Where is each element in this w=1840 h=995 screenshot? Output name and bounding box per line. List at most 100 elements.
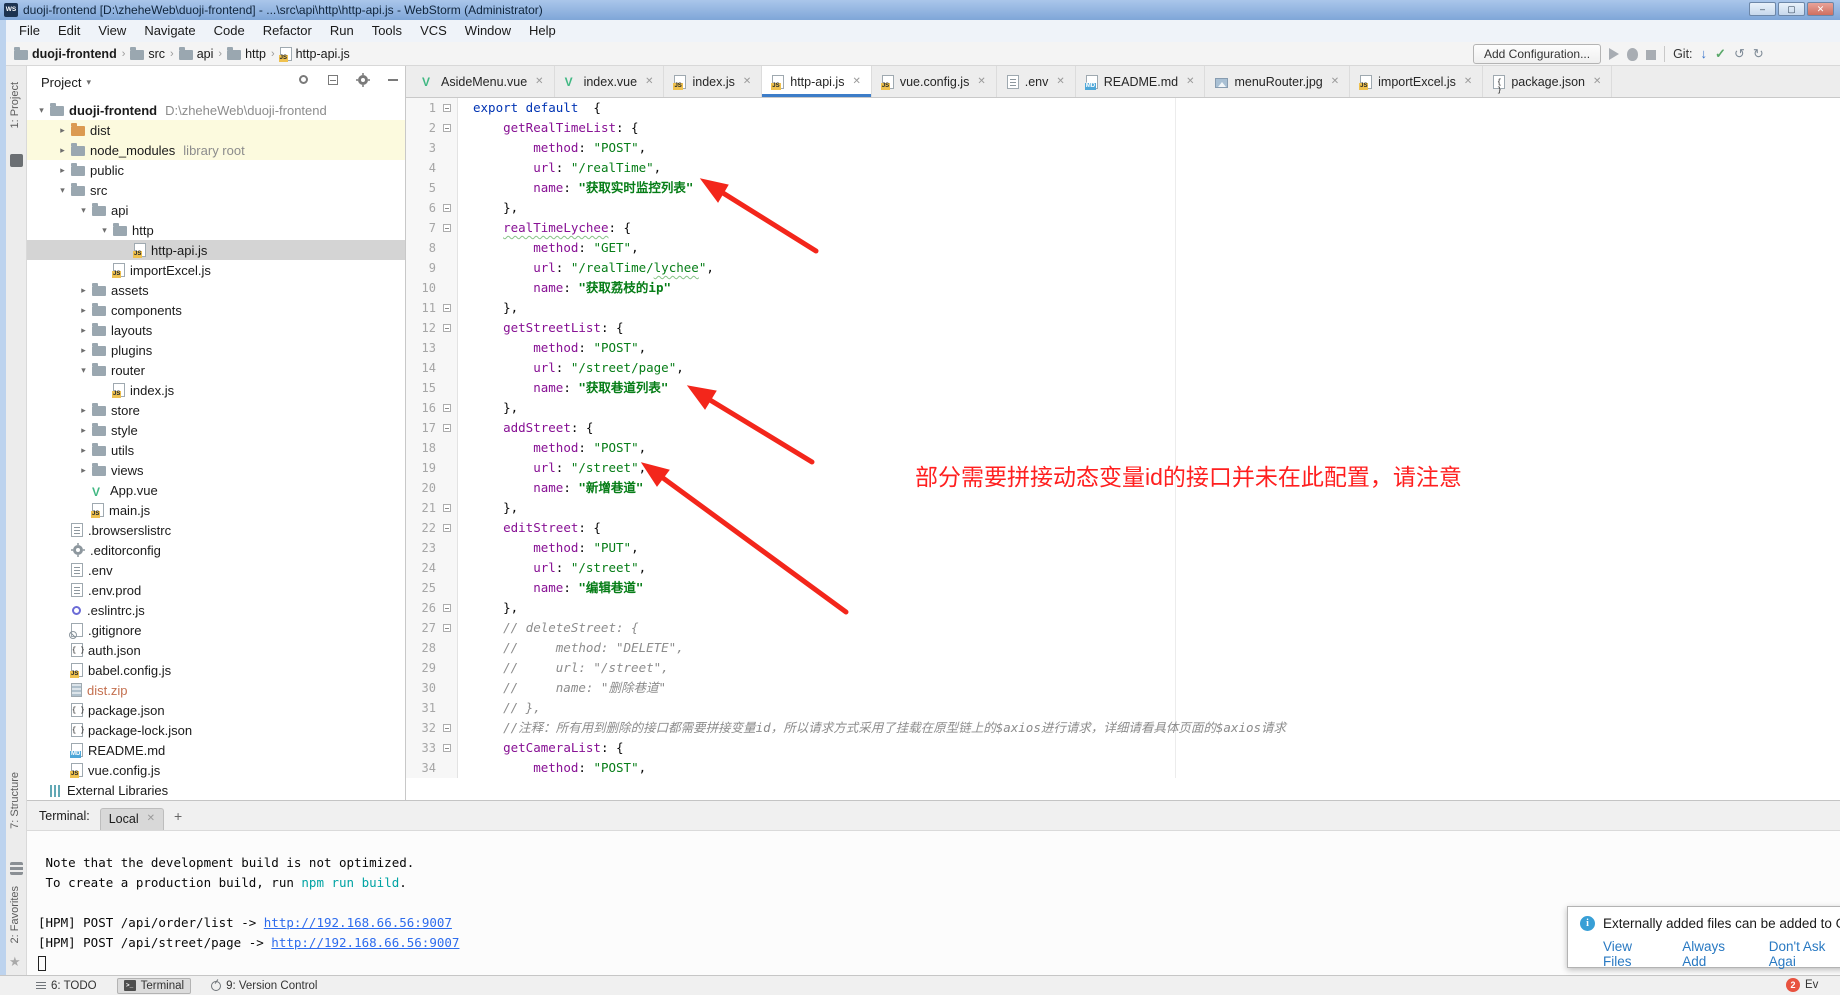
tree-item-style[interactable]: ▸style <box>27 420 405 440</box>
tree-item-auth.json[interactable]: auth.json <box>27 640 405 660</box>
locate-file-icon[interactable] <box>299 75 308 84</box>
menu-code[interactable]: Code <box>205 20 254 42</box>
tree-item-babel.config.js[interactable]: babel.config.js <box>27 660 405 680</box>
breadcrumb-src[interactable]: src <box>130 47 165 61</box>
tree-item-node_modules[interactable]: ▸node_moduleslibrary root <box>27 140 405 160</box>
code-line-12[interactable]: 12 getStreetList: { <box>406 318 1840 338</box>
fold-icon[interactable] <box>443 304 451 312</box>
fold-icon[interactable] <box>443 624 451 632</box>
code-line-21[interactable]: 21 }, <box>406 498 1840 518</box>
code-line-17[interactable]: 17 addStreet: { <box>406 418 1840 438</box>
code-line-8[interactable]: 8 method: "GET", <box>406 238 1840 258</box>
git-commit-icon[interactable]: ✓ <box>1715 47 1726 61</box>
code-line-4[interactable]: 4 url: "/realTime", <box>406 158 1840 178</box>
chevron-down-icon[interactable]: ▾ <box>54 185 71 196</box>
tab-menuRouter.jpg[interactable]: menuRouter.jpg✕ <box>1205 66 1350 97</box>
tree-item-plugins[interactable]: ▸plugins <box>27 340 405 360</box>
menu-window[interactable]: Window <box>456 20 520 42</box>
chevron-right-icon[interactable]: ▸ <box>75 425 92 436</box>
hide-panel-icon[interactable] <box>388 79 398 81</box>
tab-http-api.js[interactable]: http-api.js✕ <box>762 66 872 97</box>
menu-edit[interactable]: Edit <box>49 20 89 42</box>
project-tool-icon[interactable] <box>10 154 23 167</box>
close-icon[interactable]: ✕ <box>645 76 653 87</box>
stop-icon[interactable] <box>1646 50 1656 60</box>
tree-item-importExcel.js[interactable]: importExcel.js <box>27 260 405 280</box>
chevron-right-icon[interactable]: ▸ <box>75 325 92 336</box>
fold-icon[interactable] <box>443 744 451 752</box>
fold-icon[interactable] <box>443 104 451 112</box>
tree-item-.editorconfig[interactable]: .editorconfig <box>27 540 405 560</box>
tree-item-views[interactable]: ▸views <box>27 460 405 480</box>
structure-tool-icon[interactable] <box>10 862 23 875</box>
terminal-link[interactable]: http://192.168.66.56:9007 <box>271 935 459 950</box>
code-line-29[interactable]: 29 // url: "/street", <box>406 658 1840 678</box>
menu-file[interactable]: File <box>10 20 49 42</box>
menu-run[interactable]: Run <box>321 20 363 42</box>
close-icon[interactable]: ✕ <box>147 813 155 824</box>
tree-item-.gitignore[interactable]: .gitignore <box>27 620 405 640</box>
terminal-link[interactable]: http://192.168.66.56:9007 <box>264 915 452 930</box>
code-line-14[interactable]: 14 url: "/street/page", <box>406 358 1840 378</box>
code-line-3[interactable]: 3 method: "POST", <box>406 138 1840 158</box>
status-item-terminal[interactable]: >_Terminal <box>117 978 191 994</box>
code-line-26[interactable]: 26 }, <box>406 598 1840 618</box>
status-item-9-version-control[interactable]: 9: Version Control <box>205 979 323 993</box>
menu-navigate[interactable]: Navigate <box>135 20 204 42</box>
code-line-6[interactable]: 6 }, <box>406 198 1840 218</box>
close-icon[interactable]: ✕ <box>1464 76 1472 87</box>
maximize-button[interactable]: ▢ <box>1778 2 1805 16</box>
code-line-22[interactable]: 22 editStreet: { <box>406 518 1840 538</box>
tree-item-components[interactable]: ▸components <box>27 300 405 320</box>
add-configuration-button[interactable]: Add Configuration... <box>1473 44 1601 64</box>
tab-README.md[interactable]: README.md✕ <box>1076 66 1206 97</box>
code-line-9[interactable]: 9 url: "/realTime/lychee", <box>406 258 1840 278</box>
editor-body[interactable]: 1export default {2 getRealTimeList: {3 m… <box>406 98 1840 800</box>
tree-item-http-api.js[interactable]: http-api.js <box>27 240 405 260</box>
tab-vue.config.js[interactable]: vue.config.js✕ <box>872 66 997 97</box>
chevron-down-icon[interactable]: ▾ <box>33 105 50 116</box>
code-line-16[interactable]: 16 }, <box>406 398 1840 418</box>
fold-icon[interactable] <box>443 424 451 432</box>
dont-ask-again-link[interactable]: Don't Ask Agai <box>1769 939 1840 969</box>
code-line-28[interactable]: 28 // method: "DELETE", <box>406 638 1840 658</box>
tree-item-duoji-frontend[interactable]: ▾duoji-frontendD:\zheheWeb\duoji-fronten… <box>27 100 405 120</box>
collapse-all-icon[interactable] <box>328 75 338 85</box>
debug-icon[interactable] <box>1627 48 1638 61</box>
code-line-5[interactable]: 5 name: "获取实时监控列表" <box>406 178 1840 198</box>
fold-icon[interactable] <box>443 404 451 412</box>
code-line-27[interactable]: 27 // deleteStreet: { <box>406 618 1840 638</box>
fold-icon[interactable] <box>443 324 451 332</box>
git-rollback-icon[interactable]: ↻ <box>1753 47 1764 61</box>
fold-icon[interactable] <box>443 524 451 532</box>
terminal-cursor[interactable] <box>38 956 46 971</box>
code-line-11[interactable]: 11 }, <box>406 298 1840 318</box>
tree-item-package.json[interactable]: package.json <box>27 700 405 720</box>
gear-icon[interactable] <box>358 75 368 85</box>
code-line-30[interactable]: 30 // name: "删除巷道" <box>406 678 1840 698</box>
menu-vcs[interactable]: VCS <box>411 20 456 42</box>
code-line-31[interactable]: 31 // }, <box>406 698 1840 718</box>
tree-item-dist.zip[interactable]: dist.zip <box>27 680 405 700</box>
menu-help[interactable]: Help <box>520 20 565 42</box>
chevron-down-icon[interactable]: ▾ <box>96 225 113 236</box>
tree-item-store[interactable]: ▸store <box>27 400 405 420</box>
chevron-right-icon[interactable]: ▸ <box>54 165 71 176</box>
terminal-tab-local[interactable]: Local ✕ <box>100 808 164 830</box>
favorites-star-icon[interactable]: ★ <box>9 954 21 970</box>
code-line-2[interactable]: 2 getRealTimeList: { <box>406 118 1840 138</box>
tree-item-api[interactable]: ▾api <box>27 200 405 220</box>
tree-item-main.js[interactable]: main.js <box>27 500 405 520</box>
tool-window-project[interactable]: 1: Project <box>9 82 21 128</box>
code-line-18[interactable]: 18 method: "POST", <box>406 438 1840 458</box>
close-icon[interactable]: ✕ <box>1186 76 1194 87</box>
tree-item-src[interactable]: ▾src <box>27 180 405 200</box>
fold-icon[interactable] <box>443 604 451 612</box>
chevron-right-icon[interactable]: ▸ <box>54 125 71 136</box>
tree-item-http[interactable]: ▾http <box>27 220 405 240</box>
tab-index.js[interactable]: index.js✕ <box>664 66 762 97</box>
status-item-6-todo[interactable]: 6: TODO <box>30 979 103 993</box>
tree-item-dist[interactable]: ▸dist <box>27 120 405 140</box>
tree-item-router[interactable]: ▾router <box>27 360 405 380</box>
run-icon[interactable] <box>1609 48 1619 60</box>
